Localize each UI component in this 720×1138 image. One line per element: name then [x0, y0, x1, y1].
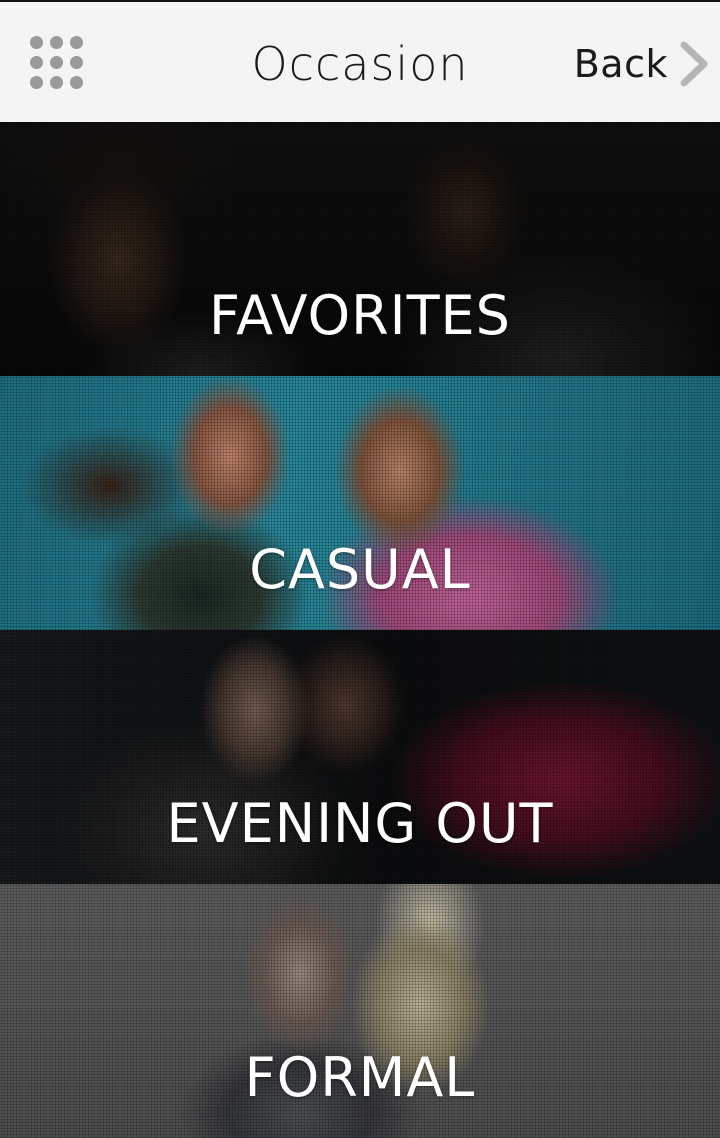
- occasion-label: FORMAL: [244, 1046, 476, 1109]
- app-screen: Occasion Back FAVORITES CASUAL EVENING O…: [0, 0, 720, 1138]
- top-bar: Occasion Back: [0, 0, 720, 122]
- occasion-label: FAVORITES: [209, 284, 511, 347]
- occasion-tile-evening-out[interactable]: EVENING OUT: [0, 630, 720, 884]
- occasion-tile-favorites[interactable]: FAVORITES: [0, 122, 720, 376]
- occasion-label: EVENING OUT: [166, 792, 554, 855]
- back-button[interactable]: Back: [574, 32, 712, 96]
- occasion-tile-formal[interactable]: FORMAL: [0, 884, 720, 1138]
- occasion-tile-casual[interactable]: CASUAL: [0, 376, 720, 630]
- occasion-list: FAVORITES CASUAL EVENING OUT FORMAL: [0, 122, 720, 1138]
- chevron-right-icon: [680, 41, 708, 87]
- back-button-label: Back: [573, 42, 668, 86]
- occasion-label: CASUAL: [249, 538, 471, 601]
